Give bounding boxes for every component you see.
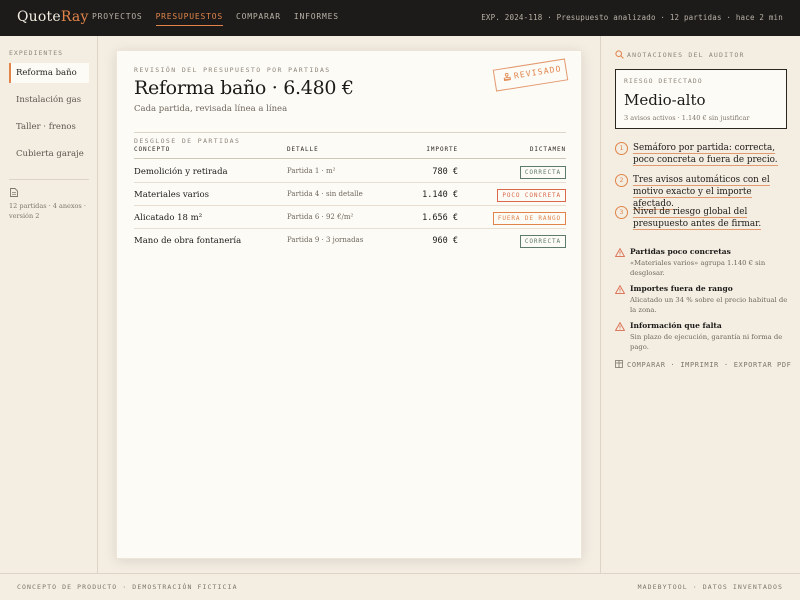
row-amount: 780 € (432, 167, 458, 177)
warning-desc: «Materiales varios» agrupa 1.140 € sin d… (630, 259, 766, 278)
risk-value: Medio-alto (624, 91, 706, 109)
document-icon (10, 188, 18, 197)
warning-title: Importes fuera de rango (630, 284, 733, 293)
reviewed-stamp: REVISADO (492, 58, 569, 92)
compare-button[interactable]: COMPARAR (627, 361, 666, 369)
budget-sheet: REVISIÓN DEL PRESUPUESTO POR PARTIDAS Re… (116, 50, 582, 559)
sheet-subtitle: Cada partida, revisada línea a línea (134, 104, 288, 114)
sidebar-item-reforma-bano[interactable]: Reforma baño (9, 63, 89, 83)
row-detail: Partida 9 · 3 jornadas (287, 236, 364, 244)
compare-icon (615, 360, 623, 368)
table-row[interactable]: Mano de obra fontanería Partida 9 · 3 jo… (134, 229, 566, 252)
sidebar-item-cubierta-garaje[interactable]: Cubierta garaje (9, 144, 89, 164)
table-header: CONCEPTO DETALLE IMPORTE DICTAMEN (134, 146, 566, 159)
warning-desc: Sin plazo de ejecución, garantía ni form… (630, 333, 783, 352)
panel-header-label: ANOTACIONES DEL AUDITOR (627, 51, 745, 59)
warning-icon (615, 248, 625, 257)
sidebar: EXPEDIENTES Reforma baño Instalación gas… (0, 36, 98, 573)
actions-separator: · (723, 361, 729, 369)
risk-card: RIESGO DETECTADO Medio-alto 3 avisos act… (615, 69, 787, 129)
nav-proyectos[interactable]: PROYECTOS (92, 12, 143, 26)
brand-ray: Ray (60, 9, 89, 25)
verdict-badge: CORRECTA (519, 235, 566, 248)
row-concept: Alicatado 18 m² (134, 213, 203, 223)
nav-informes[interactable]: INFORMES (294, 12, 339, 26)
sidebar-item-instalacion-gas[interactable]: Instalación gas (9, 90, 89, 110)
warning-desc: Alicatado un 34 % sobre el precio habitu… (630, 296, 788, 315)
verdict-badge: POCO CONCRETA (497, 189, 566, 202)
row-amount: 960 € (432, 236, 458, 246)
sidebar-meta: 12 partidas · 4 anexos · versión 2 (9, 202, 86, 221)
column-header-detalle: DETALLE (287, 146, 319, 153)
brand-logo[interactable]: QuoteRay (17, 9, 89, 25)
warning-icon (615, 285, 625, 294)
sidebar-label: EXPEDIENTES (9, 49, 64, 57)
verdict-badge: FUERA DE RANGO (492, 212, 566, 225)
footer-right: MADEBYTOOL · DATOS INVENTADOS (637, 583, 783, 591)
row-amount: 1.656 € (422, 213, 458, 223)
sidebar-item-taller-frenos[interactable]: Taller · frenos (9, 117, 89, 137)
column-header-dictamen: DICTAMEN (529, 146, 566, 153)
top-bar: QuoteRay PROYECTOS PRESUPUESTOS COMPARAR… (0, 0, 800, 36)
row-detail: Partida 4 · sin detalle (287, 190, 363, 198)
verdict-badge: CORRECTA (519, 166, 566, 179)
table-row[interactable]: Materiales varios Partida 4 · sin detall… (134, 183, 566, 206)
row-amount: 1.140 € (422, 190, 458, 200)
footer-left: CONCEPTO DE PRODUCTO · DEMOSTRACIÓN FICT… (17, 583, 238, 591)
stamp-icon (503, 72, 512, 82)
brand-quote: Quote (17, 9, 61, 25)
export-pdf-button[interactable]: EXPORTAR PDF (734, 361, 792, 369)
stamp-label: REVISADO (513, 64, 563, 81)
warning-icon (615, 322, 625, 331)
column-header-concepto: CONCEPTO (134, 146, 171, 153)
risk-meta: 3 avisos activos · 1.140 € sin justifica… (624, 114, 750, 122)
panel-header: ANOTACIONES DEL AUDITOR (615, 50, 745, 59)
table-row[interactable]: Alicatado 18 m² Partida 6 · 92 €/m² 1.65… (134, 206, 566, 229)
sidebar-divider (9, 179, 89, 180)
point-text: Nivel de riesgo global del presupuesto a… (633, 207, 762, 231)
point-number: 2 (615, 174, 628, 187)
point-text: Tres avisos automáticos con el motivo ex… (633, 175, 770, 211)
row-concept: Mano de obra fontanería (134, 236, 242, 246)
column-header-importe: IMPORTE (426, 146, 458, 153)
panel-actions: COMPARAR · IMPRIMIR · EXPORTAR PDF (615, 360, 791, 369)
section-header: DESGLOSE DE PARTIDAS (134, 128, 566, 145)
section-label: DESGLOSE DE PARTIDAS (134, 137, 247, 145)
page-title: Reforma baño · 6.480 € (134, 77, 354, 99)
print-button[interactable]: IMPRIMIR (680, 361, 719, 369)
main-nav: PROYECTOS PRESUPUESTOS COMPARAR INFORMES (92, 12, 339, 26)
point-text: Semáforo por partida: correcta, poco con… (633, 143, 778, 167)
auditor-panel: ANOTACIONES DEL AUDITOR RIESGO DETECTADO… (600, 36, 800, 573)
row-concept: Materiales varios (134, 190, 210, 200)
row-concept: Demolición y retirada (134, 167, 228, 177)
nav-presupuestos[interactable]: PRESUPUESTOS (155, 12, 223, 26)
footer: CONCEPTO DE PRODUCTO · DEMOSTRACIÓN FICT… (0, 573, 800, 600)
section-divider (134, 132, 566, 133)
point-number: 3 (615, 206, 628, 219)
row-detail: Partida 6 · 92 €/m² (287, 213, 354, 221)
table-row[interactable]: Demolición y retirada Partida 1 · m² 780… (134, 160, 566, 183)
risk-label: RIESGO DETECTADO (624, 77, 703, 85)
point-number: 1 (615, 142, 628, 155)
search-icon (615, 50, 624, 59)
actions-separator: · (670, 361, 676, 369)
warning-title: Partidas poco concretas (630, 247, 731, 256)
row-detail: Partida 1 · m² (287, 167, 336, 175)
sheet-kicker: REVISIÓN DEL PRESUPUESTO POR PARTIDAS (134, 66, 331, 74)
nav-comparar[interactable]: COMPARAR (236, 12, 281, 26)
warning-title: Información que falta (630, 321, 722, 330)
topbar-meta: EXP. 2024-118 · Presupuesto analizado · … (481, 13, 783, 22)
